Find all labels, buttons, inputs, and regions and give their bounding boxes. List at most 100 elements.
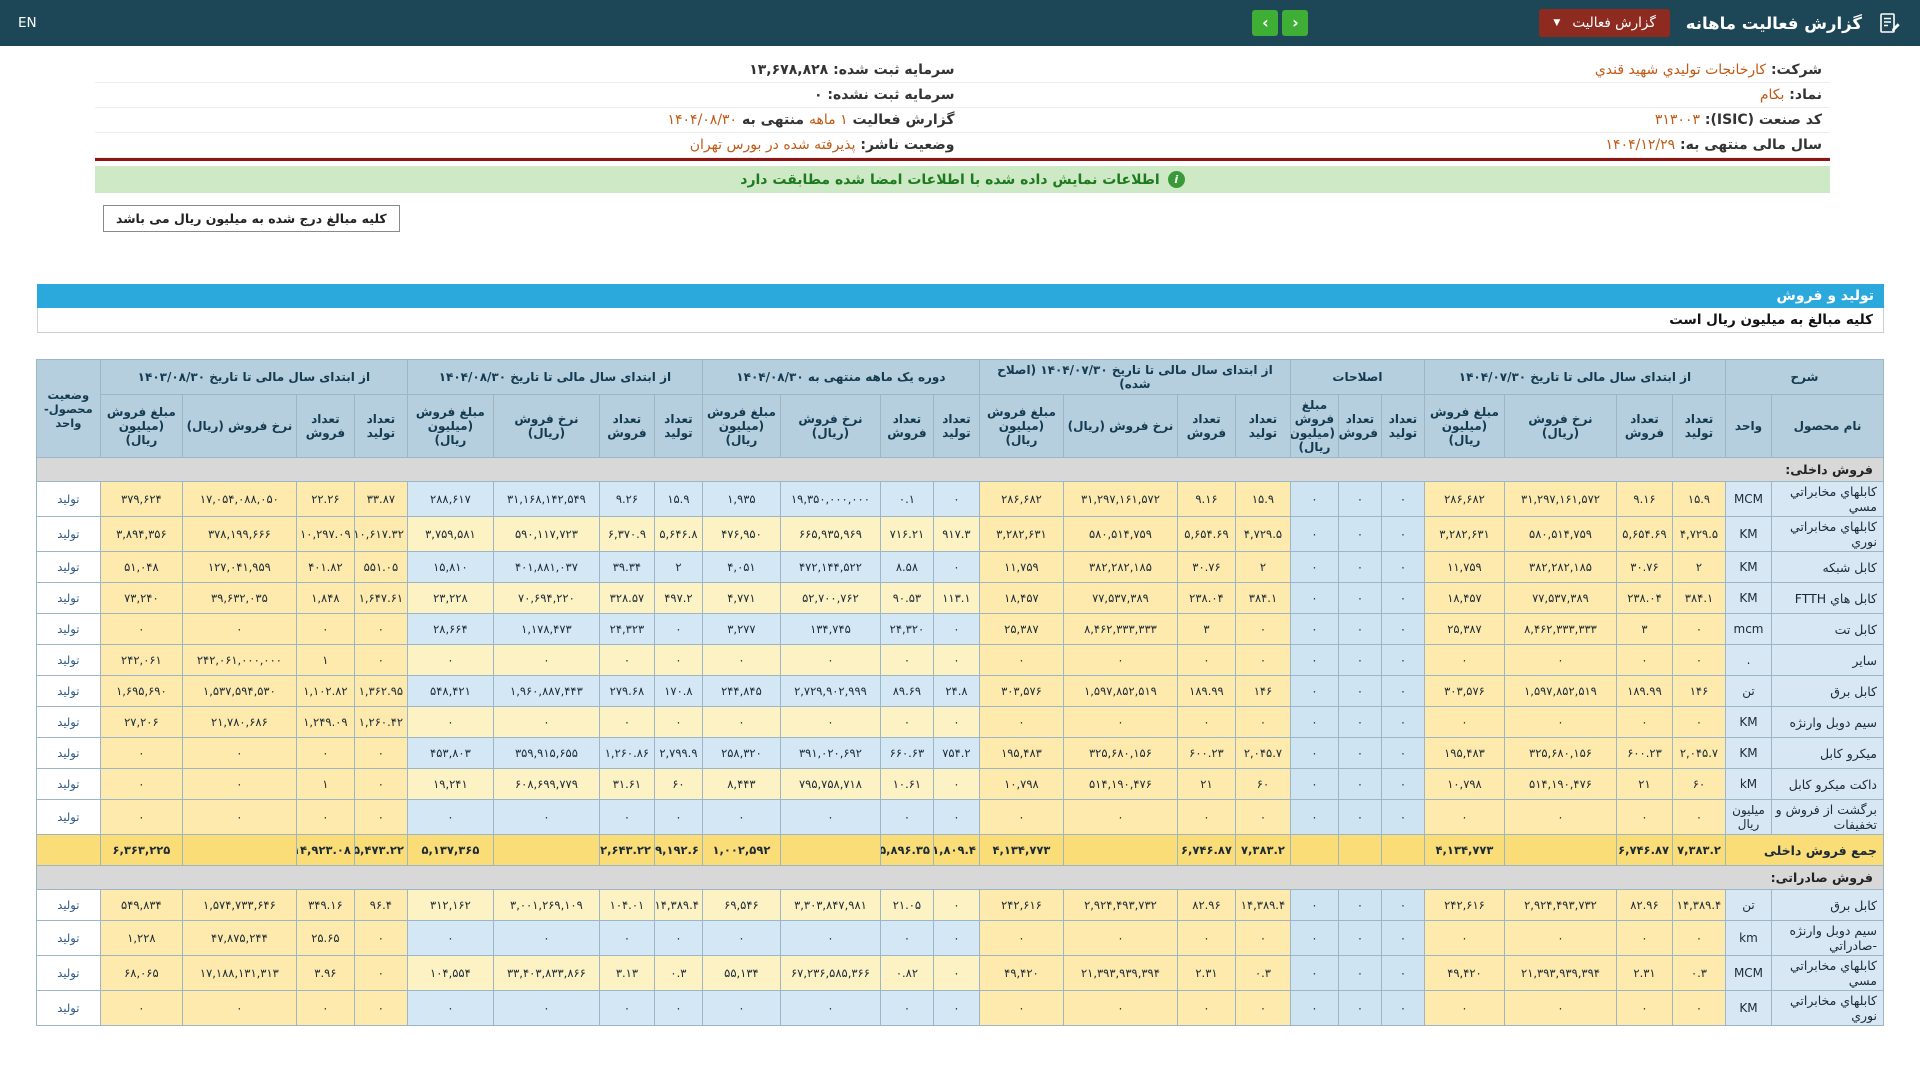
language-toggle-en[interactable]: EN (18, 15, 37, 31)
value-cell: ۵۱۴,۱۹۰,۴۷۶ (1062, 768, 1178, 800)
value-cell: ۰ (1337, 481, 1382, 517)
value-cell: ۸۲.۹۶ (1615, 889, 1673, 921)
period-group-header: از ابتدای سال مالی تا تاریخ ۱۴۰۳/۰۸/۳۰ (99, 359, 408, 395)
info-value: کارخانجات توليدي شهيد قندي (1594, 62, 1767, 78)
value-cell: ۲۴,۳۲۳ (598, 613, 655, 645)
value-cell: ۰ (978, 706, 1064, 738)
value-cell: ۱۰,۷۹۸ (978, 768, 1064, 800)
value-cell: ۲۴,۳۲۰ (879, 613, 934, 645)
value-cell: ۶۶۵,۹۳۵,۹۶۹ (779, 516, 881, 552)
value-cell: ۹.۱۶ (1615, 481, 1673, 517)
value-cell: ۳۲,۶۴۳.۲۲ (598, 834, 655, 866)
value-cell: ۲۷۹.۶۸ (598, 675, 655, 707)
value-cell: ۴۹,۴۲۰ (978, 955, 1064, 991)
sub-column-header: مبلغ فروش (میلیون ریال) (1423, 394, 1505, 458)
value-cell: ۰ (1337, 551, 1382, 583)
value-cell: ۰ (1289, 737, 1339, 769)
value-cell: ۳۱۲,۱۶۲ (406, 889, 494, 921)
value-cell: ۵۵۱.۰۵ (353, 551, 408, 583)
value-cell: ۱,۸۴۸ (295, 582, 355, 614)
value-cell: ۰ (406, 706, 494, 738)
value-cell: ۳۷۸,۱۹۹,۶۶۶ (181, 516, 297, 552)
report-navigation: ‹ › (1252, 10, 1309, 36)
value-cell: ۲,۹۲۴,۴۹۳,۷۳۲ (1503, 889, 1617, 921)
value-cell: ۱۰۴.۰۱ (598, 889, 655, 921)
value-cell: ۰ (978, 644, 1064, 676)
value-cell: ۰ (1423, 644, 1505, 676)
value-cell: ۰ (1062, 644, 1178, 676)
info-label: کد صنعت (ISIC): (1700, 112, 1822, 128)
value-cell: ۰ (932, 551, 980, 583)
value-cell: ۱۱۳.۱ (932, 582, 980, 614)
report-type-dropdown[interactable]: گزارش فعالیت ▼ (1539, 9, 1670, 37)
value-cell: ۰ (779, 706, 881, 738)
value-cell: ۰ (1176, 706, 1236, 738)
value-cell: ۰ (181, 799, 297, 835)
value-cell: ۰ (492, 990, 600, 1026)
value-cell: ۰ (1176, 799, 1236, 835)
value-cell: ۰ (1289, 582, 1339, 614)
value-cell: ۰ (1671, 706, 1726, 738)
value-cell: ۲۱.۰۵ (879, 889, 934, 921)
product-name-cell: کابل شبکه (1771, 551, 1884, 583)
value-cell: ۰ (1380, 644, 1425, 676)
next-report-button[interactable]: › (1252, 10, 1279, 36)
value-cell: ۰ (653, 920, 703, 956)
value-cell: ۰ (1062, 799, 1178, 835)
value-cell: ۰ (701, 644, 781, 676)
period-group-header: از ابتدای سال مالی تا تاریخ ۱۴۰۴/۰۷/۳۰ (1423, 359, 1726, 395)
top-navbar: گزارش فعالیت ماهانه گزارش فعالیت ▼ ‹ › E… (0, 0, 1920, 46)
value-cell: ۶۰۸,۶۹۹,۷۷۹ (492, 768, 600, 800)
value-cell: ۰ (1671, 920, 1726, 956)
value-cell: ۰ (1380, 481, 1425, 517)
value-cell (492, 834, 600, 866)
value-cell: ۳۲۵,۶۸۰,۱۵۶ (1503, 737, 1617, 769)
sub-column-header: مبلغ فروش (میلیون ریال) (1289, 394, 1339, 458)
value-cell: ۰ (701, 799, 781, 835)
value-cell: ۰ (353, 613, 408, 645)
value-cell: ۰ (1380, 613, 1425, 645)
value-cell: ۱۴,۳۸۹.۴ (1234, 889, 1291, 921)
value-cell: ۰ (1337, 889, 1382, 921)
value-cell: ۴۷۶,۹۵۰ (701, 516, 781, 552)
product-status-cell: تولید (35, 955, 101, 991)
value-cell: ۰ (1671, 613, 1726, 645)
sub-column-header: نرخ فروش (ریال) (1062, 394, 1178, 458)
value-cell: ۰ (1289, 613, 1339, 645)
value-cell: ۱,۲۶۰.۸۶ (598, 737, 655, 769)
value-cell: ۲,۰۴۵.۷ (1234, 737, 1291, 769)
total-label: جمع فروش داخلی (1724, 834, 1885, 866)
value-cell: ۱,۵۹۷,۸۵۲,۵۱۹ (1503, 675, 1617, 707)
value-cell: ۰ (99, 990, 183, 1026)
value-cell: ۰ (1423, 706, 1505, 738)
value-cell: ۸۲.۹۶ (1176, 889, 1236, 921)
previous-report-button[interactable]: ‹ (1282, 10, 1309, 36)
value-cell: ۲۴۲,۶۱۶ (1423, 889, 1505, 921)
value-cell: ۰ (932, 955, 980, 991)
value-cell: ۳ (1615, 613, 1673, 645)
info-label: گزارش فعالیت (847, 112, 955, 128)
value-cell: ۴,۷۲۹.۵ (1234, 516, 1291, 552)
value-cell: ۰ (492, 706, 600, 738)
value-cell: ۴۰۱.۸۲ (295, 551, 355, 583)
capital-info-row: سرمایه ثبت شده: ۱۳,۶۷۸,۸۲۸ (95, 58, 963, 83)
unit-cell: میلیون ریال (1724, 799, 1773, 835)
value-cell: ۰ (406, 990, 494, 1026)
value-cell: ۵۵,۱۳۴ (701, 955, 781, 991)
value-cell: ۰ (1380, 706, 1425, 738)
value-cell: ۳,۲۷۷ (701, 613, 781, 645)
table-row: کابلهاي مخابراتي نوري KM ۰ ۰ ۰ ۰ ۰ ۰ ۰ ۰ ۰ ۰ ۰ ۰ ۰ ۰ ۰ ۰ ۰… (35, 990, 1884, 1026)
value-cell: ۰ (978, 990, 1064, 1026)
value-cell: ۰ (653, 706, 703, 738)
value-cell: ۰ (879, 644, 934, 676)
info-label: منتهی به (737, 112, 809, 128)
value-cell: ۵۴۸,۴۲۱ (406, 675, 494, 707)
value-cell: ۰ (1289, 889, 1339, 921)
table-row: کابلهاي مخابراتي نوري KM ۴,۷۲۹.۵ ۵,۶۵۴.۶۹ ۵۸… (35, 516, 1884, 552)
product-name-cell: داکت میکرو کابل (1771, 768, 1884, 800)
value-cell: ۱۸,۴۵۷ (978, 582, 1064, 614)
value-cell: ۲۵,۳۸۷ (978, 613, 1064, 645)
table-row: کابلهاي مخابراتي مسي MCM ۰.۳ ۲.۳۱ ۲۱,۳۹۳,۹۳۹… (35, 955, 1884, 991)
unit-cell: KM (1724, 582, 1773, 614)
sub-column-header: تعداد تولید (932, 394, 980, 458)
